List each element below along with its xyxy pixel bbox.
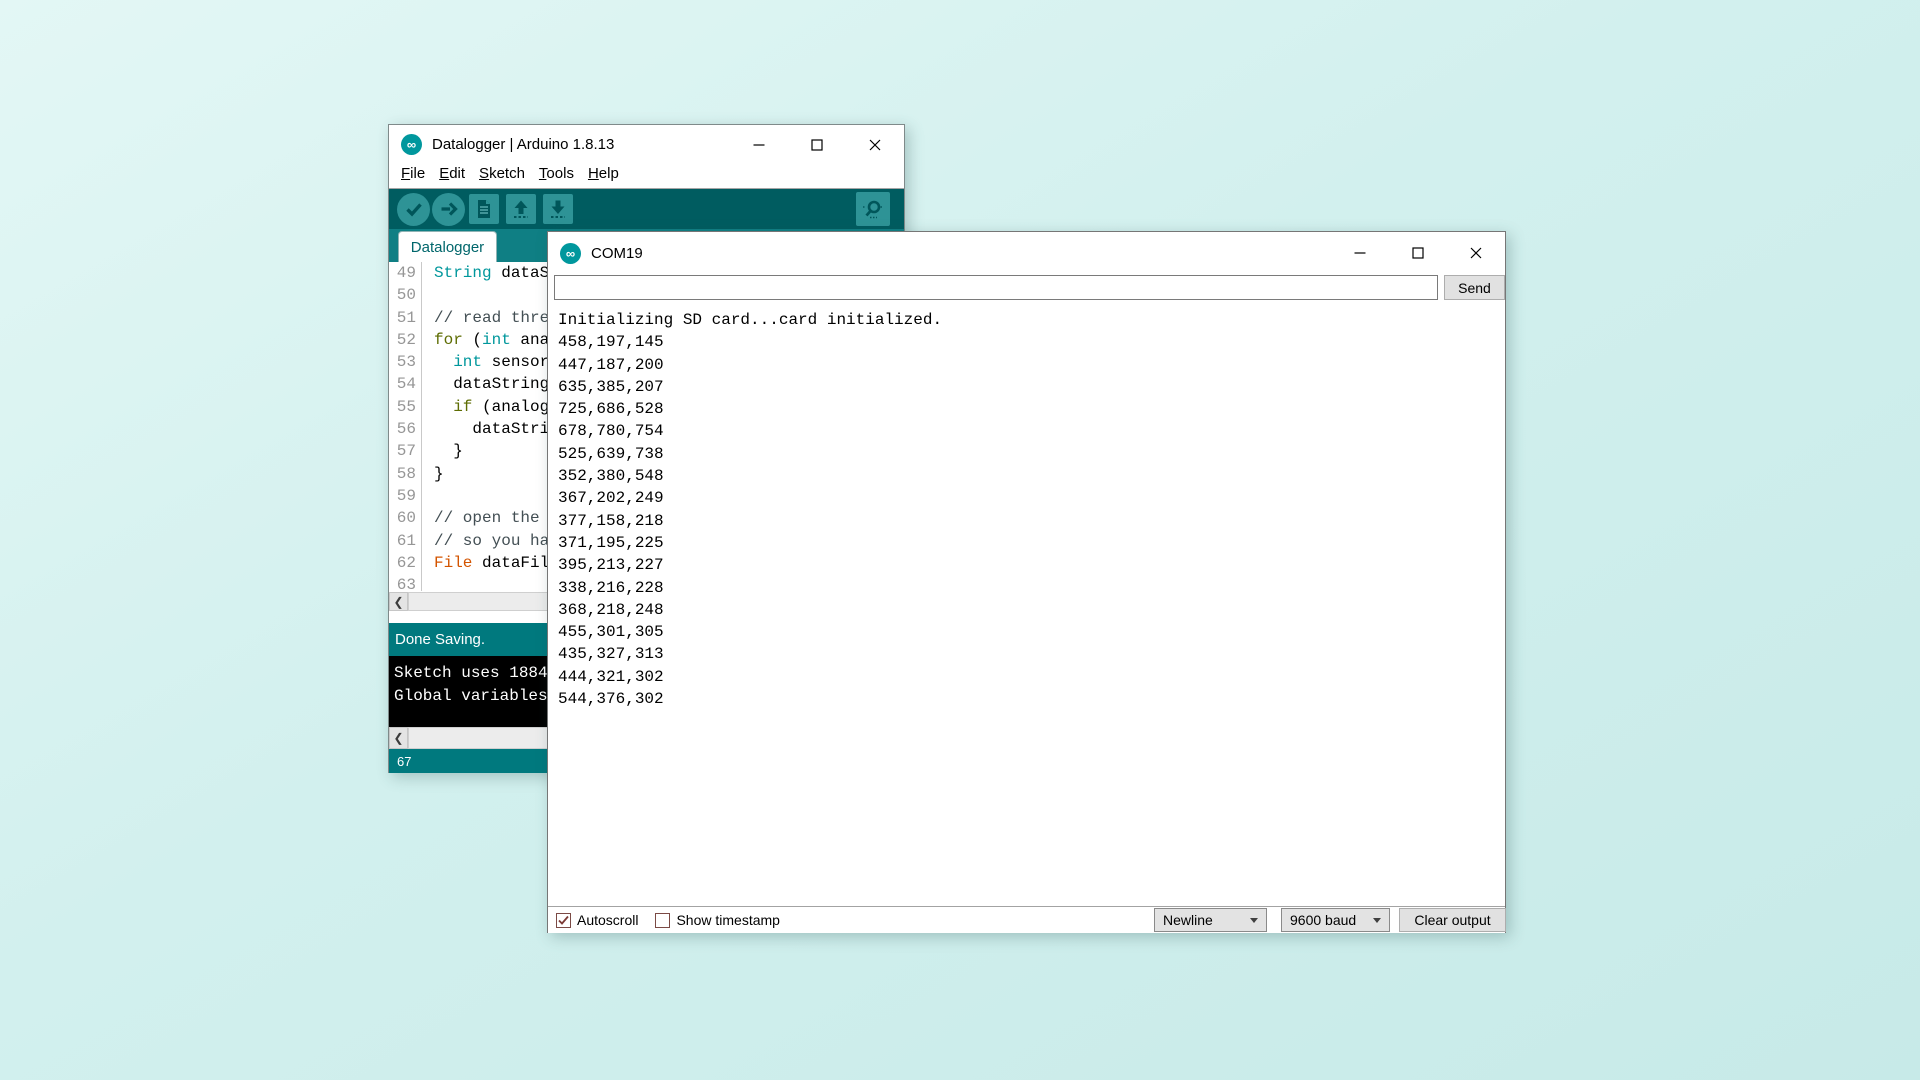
baud-rate-select[interactable]: 9600 baud — [1281, 908, 1390, 932]
menu-help[interactable]: Help — [581, 164, 626, 183]
ide-window-title: Datalogger | Arduino 1.8.13 — [432, 136, 614, 153]
serial-output-line: 444,321,302 — [558, 666, 1505, 688]
serial-close-button[interactable] — [1461, 240, 1491, 266]
serial-output-line: 447,187,200 — [558, 354, 1505, 376]
serial-titlebar[interactable]: ∞ COM19 — [548, 232, 1505, 274]
serial-output-line: 458,197,145 — [558, 331, 1505, 353]
line-number: 63 — [389, 574, 422, 591]
serial-output-line: 544,376,302 — [558, 688, 1505, 710]
serial-output-area[interactable]: Initializing SD card...card initialized.… — [548, 303, 1505, 906]
serial-maximize-button[interactable] — [1403, 240, 1433, 266]
ide-minimize-button[interactable] — [744, 132, 774, 158]
chevron-down-icon — [1373, 918, 1381, 923]
line-number: 60 — [389, 507, 422, 529]
save-sketch-button[interactable] — [543, 194, 573, 224]
serial-output-line: 395,213,227 — [558, 554, 1505, 576]
line-number: 57 — [389, 440, 422, 462]
serial-output-line: 352,380,548 — [558, 465, 1505, 487]
line-number: 58 — [389, 463, 422, 485]
serial-output-line: 368,218,248 — [558, 599, 1505, 621]
line-number: 53 — [389, 351, 422, 373]
arduino-logo-icon: ∞ — [560, 243, 581, 264]
line-number: 56 — [389, 418, 422, 440]
line-ending-select[interactable]: Newline — [1154, 908, 1267, 932]
serial-output-line: 371,195,225 — [558, 532, 1505, 554]
code-text: } — [422, 463, 444, 485]
line-ending-value: Newline — [1163, 912, 1213, 928]
serial-minimize-button[interactable] — [1345, 240, 1375, 266]
serial-output-line: 635,385,207 — [558, 376, 1505, 398]
line-number: 49 — [389, 262, 422, 284]
send-button[interactable]: Send — [1444, 275, 1505, 300]
code-text — [422, 574, 434, 591]
line-number: 52 — [389, 329, 422, 351]
upload-button[interactable] — [432, 193, 465, 226]
show-timestamp-checkbox[interactable] — [655, 913, 670, 928]
serial-output-line: 435,327,313 — [558, 643, 1505, 665]
show-timestamp-label: Show timestamp — [676, 912, 779, 928]
line-number: 61 — [389, 530, 422, 552]
menu-bar: FileEditSketchToolsHelp — [389, 164, 904, 189]
serial-monitor-window: ∞ COM19 Send Initializing SD card...card… — [547, 231, 1506, 933]
serial-monitor-button[interactable] — [856, 192, 890, 226]
serial-output-line: 377,158,218 — [558, 510, 1505, 532]
timestamp-checkbox-group[interactable]: Show timestamp — [655, 912, 779, 928]
line-number: 62 — [389, 552, 422, 574]
new-sketch-button[interactable] — [469, 194, 499, 224]
menu-sketch[interactable]: Sketch — [472, 164, 532, 183]
serial-window-title: COM19 — [591, 245, 643, 262]
code-text — [422, 485, 434, 507]
ide-maximize-button[interactable] — [802, 132, 832, 158]
serial-output-line: 338,216,228 — [558, 577, 1505, 599]
ide-close-button[interactable] — [860, 132, 890, 158]
baud-rate-value: 9600 baud — [1290, 912, 1356, 928]
scroll-left-arrow-icon[interactable]: ❮ — [389, 727, 408, 749]
menu-file[interactable]: File — [394, 164, 432, 183]
arduino-logo-icon: ∞ — [401, 134, 422, 155]
verify-button[interactable] — [397, 193, 430, 226]
line-number: 51 — [389, 307, 422, 329]
serial-output-line: 725,686,528 — [558, 398, 1505, 420]
chevron-down-icon — [1250, 918, 1258, 923]
autoscroll-checkbox[interactable] — [556, 913, 571, 928]
serial-output-line: 525,639,738 — [558, 443, 1505, 465]
ide-toolbar — [389, 189, 904, 229]
serial-output-line: 367,202,249 — [558, 487, 1505, 509]
clear-output-button[interactable]: Clear output — [1399, 908, 1506, 932]
serial-bottom-bar: Autoscroll Show timestamp Newline 9600 b… — [548, 906, 1505, 933]
autoscroll-label: Autoscroll — [577, 912, 638, 928]
serial-output-line: Initializing SD card...card initialized. — [558, 309, 1505, 331]
tab-datalogger[interactable]: Datalogger — [398, 231, 497, 262]
line-number: 59 — [389, 485, 422, 507]
current-line-indicator: 67 — [397, 754, 411, 769]
scroll-left-arrow-icon[interactable]: ❮ — [389, 592, 408, 611]
open-sketch-button[interactable] — [506, 194, 536, 224]
autoscroll-checkbox-group[interactable]: Autoscroll — [556, 912, 638, 928]
line-number: 54 — [389, 373, 422, 395]
code-text — [422, 284, 434, 306]
menu-tools[interactable]: Tools — [532, 164, 581, 183]
line-number: 50 — [389, 284, 422, 306]
menu-edit[interactable]: Edit — [432, 164, 472, 183]
code-text: } — [422, 440, 463, 462]
serial-send-input[interactable] — [554, 275, 1438, 300]
line-number: 55 — [389, 396, 422, 418]
serial-output-line: 455,301,305 — [558, 621, 1505, 643]
status-message: Done Saving. — [395, 631, 485, 648]
serial-output-line: 678,780,754 — [558, 420, 1505, 442]
ide-titlebar[interactable]: ∞ Datalogger | Arduino 1.8.13 — [389, 125, 904, 164]
